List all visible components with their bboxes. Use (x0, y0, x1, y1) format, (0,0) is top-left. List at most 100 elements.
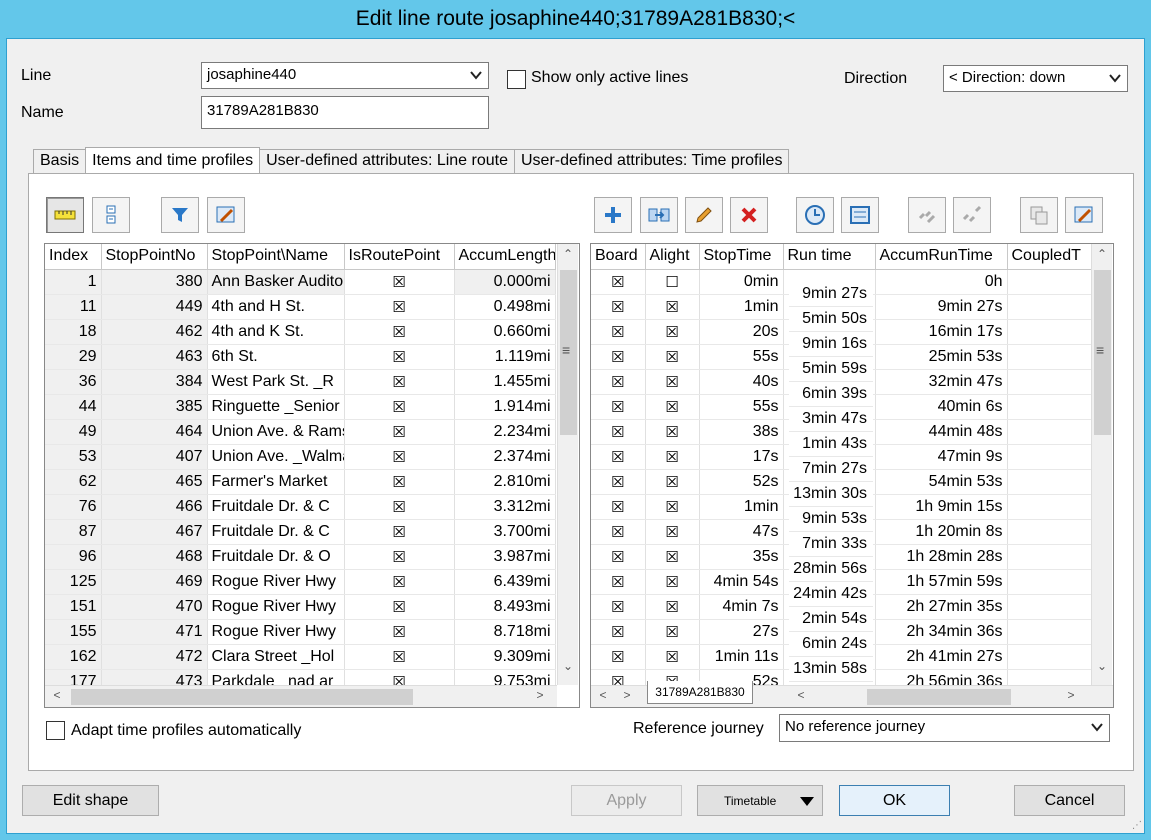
add-button[interactable] (594, 197, 632, 233)
unlink-button[interactable] (953, 197, 991, 233)
table-cell[interactable]: 38s (699, 419, 784, 445)
tab-basis[interactable]: Basis (33, 149, 87, 173)
table-cell[interactable]: 3.312mi (454, 494, 556, 520)
table-cell[interactable]: 466 (101, 494, 208, 520)
table-cell[interactable]: ☒ (645, 444, 700, 470)
table-cell[interactable]: ☒ (591, 644, 646, 670)
table-cell[interactable]: 6th St. (207, 344, 345, 370)
table-cell[interactable] (1007, 594, 1092, 620)
tab-user-defined-time-profiles[interactable]: User-defined attributes: Time profiles (514, 149, 790, 173)
table-row[interactable]: 53407Union Ave. _Walmart☒2.374mi (45, 444, 556, 470)
table-cell[interactable]: 16min 17s (875, 319, 1008, 345)
table-cell[interactable]: 0h (875, 269, 1008, 295)
table-row[interactable]: 155 471 Rogue River Hwy ☒ 8.718mi (45, 619, 556, 645)
pencil-button[interactable] (685, 197, 723, 233)
table-cell[interactable]: 2.810mi (454, 469, 556, 495)
table-cell[interactable]: 55s (699, 394, 784, 420)
run-time-cell[interactable]: 7min 27s (789, 457, 873, 482)
table-cell[interactable]: ☒ (344, 594, 455, 620)
table-cell[interactable]: 1.119mi (454, 344, 556, 370)
edit-attributes-button-right[interactable] (1065, 197, 1103, 233)
table-cell[interactable]: ☒ (344, 294, 455, 320)
table-cell[interactable]: ☒ (344, 569, 455, 595)
table-cell[interactable]: ☒ (645, 394, 700, 420)
table-cell[interactable]: West Park St. _R (207, 369, 345, 395)
table-cell[interactable]: 468 (101, 544, 208, 570)
column-header[interactable]: AccumRunTime (875, 244, 1008, 270)
table-cell[interactable]: ☒ (344, 394, 455, 420)
table-cell[interactable]: ☒ (591, 619, 646, 645)
table-cell[interactable] (1007, 344, 1092, 370)
table-cell[interactable]: 49 (45, 419, 102, 445)
edit-attributes-button-left[interactable] (207, 197, 245, 233)
table-cell[interactable]: 1min 11s (699, 644, 784, 670)
table-cell[interactable]: 35s (699, 544, 784, 570)
scroll-up-icon[interactable]: ⌃ (1092, 247, 1112, 261)
table-cell[interactable]: 9min 27s (875, 294, 1008, 320)
table-cell[interactable]: 87 (45, 519, 102, 545)
table-cell[interactable]: 162 (45, 644, 102, 670)
apply-button[interactable]: Apply (571, 785, 682, 816)
table-cell[interactable]: 465 (101, 469, 208, 495)
table-cell[interactable]: 2h 34min 36s (875, 619, 1008, 645)
table-cell[interactable]: 0.498mi (454, 294, 556, 320)
table-cell[interactable]: 40s (699, 369, 784, 395)
table-cell[interactable]: ☒ (344, 644, 455, 670)
table-cell[interactable]: 47min 9s (875, 444, 1008, 470)
table-row[interactable]: 87 467 Fruitdale Dr. & C ☒ 3.700mi (45, 519, 556, 545)
table-cell[interactable]: ☒ (591, 444, 646, 470)
resize-grip-icon[interactable]: ⋰ (1132, 820, 1142, 831)
table-cell[interactable]: Fruitdale Dr. & C (207, 494, 345, 520)
table-cell[interactable]: 2h 27min 35s (875, 594, 1008, 620)
table-cell[interactable]: 11 (45, 294, 102, 320)
run-time-cell[interactable]: 7min 33s (789, 532, 873, 557)
table-cell[interactable]: ☒ (591, 419, 646, 445)
table-cell[interactable]: ☒ (645, 644, 700, 670)
table-cell[interactable]: Union Ave. _Walmart (207, 444, 345, 470)
table-row[interactable]: 29 463 6th St. ☒ 1.119mi (45, 344, 556, 370)
run-time-cell[interactable]: 6min 24s (789, 632, 873, 657)
table-cell[interactable]: 151 (45, 594, 102, 620)
table-row[interactable]: 11 449 4th and H St. ☒ 0.498mi (45, 294, 556, 320)
right-grid-vertical-scrollbar[interactable]: ⌃ ≡ ⌄ (1091, 244, 1112, 685)
table-cell[interactable]: Rogue River Hwy (207, 619, 345, 645)
table-cell[interactable]: Union Ave. & Ramsey (207, 419, 345, 445)
table-cell[interactable]: ☒ (645, 319, 700, 345)
timetable-button[interactable]: Timetable (697, 785, 823, 816)
run-time-cell[interactable]: 5min 59s (789, 357, 873, 382)
run-time-cell[interactable]: 2min 54s (789, 607, 873, 632)
table-cell[interactable]: ☒ (645, 619, 700, 645)
table-cell[interactable] (1007, 569, 1092, 595)
table-cell[interactable]: 3.987mi (454, 544, 556, 570)
table-cell[interactable]: ☒ (645, 369, 700, 395)
table-cell[interactable]: 4min 7s (699, 594, 784, 620)
table-cell[interactable]: ☒ (591, 344, 646, 370)
table-cell[interactable]: 1min (699, 294, 784, 320)
time-profile-button[interactable] (841, 197, 879, 233)
table-cell[interactable]: 3.700mi (454, 519, 556, 545)
column-header[interactable]: Board (591, 244, 646, 270)
direction-combo[interactable]: < Direction: down (943, 65, 1128, 92)
column-header[interactable]: IsRoutePoint (344, 244, 455, 270)
column-header[interactable]: StopPointNo (101, 244, 208, 270)
table-cell[interactable]: Ann Basker Auditorium (207, 269, 345, 295)
table-cell[interactable]: 40min 6s (875, 394, 1008, 420)
table-cell[interactable]: 2.234mi (454, 419, 556, 445)
table-cell[interactable]: 96 (45, 544, 102, 570)
sheet-prev-icon[interactable]: < (593, 688, 613, 702)
table-cell[interactable]: 29 (45, 344, 102, 370)
table-cell[interactable] (1007, 494, 1092, 520)
table-cell[interactable]: ☒ (645, 419, 700, 445)
link-button[interactable] (908, 197, 946, 233)
run-time-cell[interactable]: 9min 16s (789, 332, 873, 357)
table-cell[interactable]: 18 (45, 319, 102, 345)
table-cell[interactable]: ☒ (344, 469, 455, 495)
table-cell[interactable]: ☒ (591, 394, 646, 420)
table-cell[interactable]: 380 (101, 269, 208, 295)
edit-shape-button[interactable]: Edit shape (22, 785, 159, 816)
table-cell[interactable]: ☒ (344, 544, 455, 570)
run-time-cell[interactable]: 28min 56s (789, 557, 873, 582)
column-header[interactable]: StopPoint\Name (207, 244, 345, 270)
scroll-left-icon[interactable]: < (47, 688, 67, 702)
table-row[interactable]: 49464Union Ave. & Ramsey☒2.234mi (45, 419, 556, 445)
